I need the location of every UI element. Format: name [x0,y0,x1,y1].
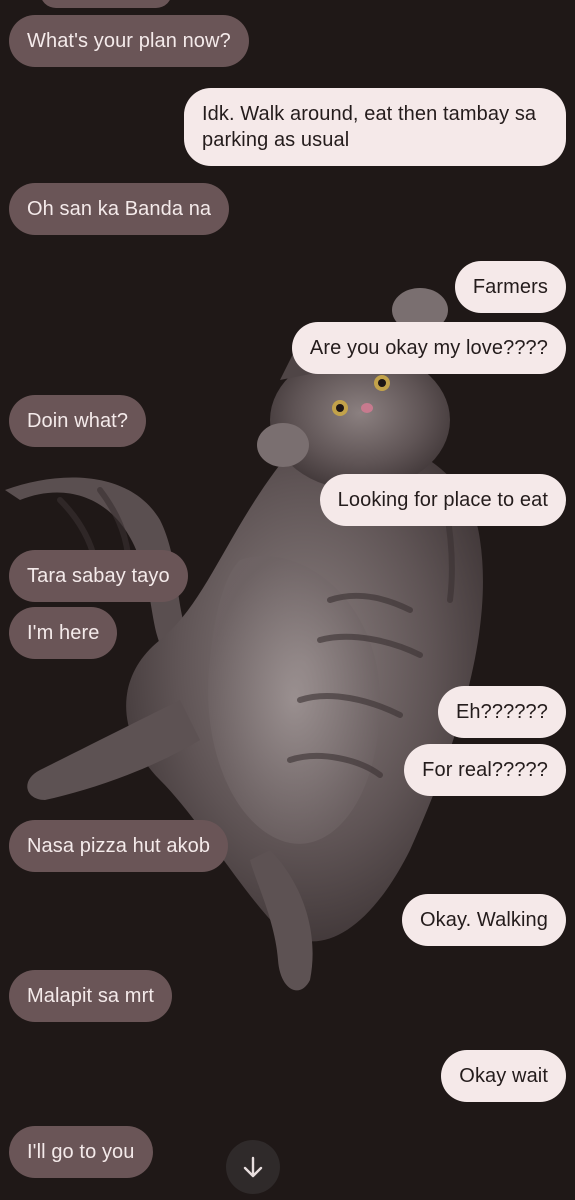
scroll-to-bottom-button[interactable] [226,1140,280,1194]
outgoing-message[interactable]: Okay wait [441,1050,566,1102]
incoming-message[interactable]: Tara sabay tayo [9,550,188,602]
arrow-down-icon [243,1156,263,1178]
incoming-message[interactable]: Nasa pizza hut akob [9,820,229,872]
outgoing-message[interactable]: Eh?????? [437,686,566,738]
incoming-message[interactable]: Doin what? [9,395,147,447]
outgoing-message[interactable]: Okay. Walking [402,894,566,946]
message-list[interactable]: What's your plan now? Idk. Walk around, … [0,0,575,1200]
incoming-message[interactable]: I'm here [9,607,118,659]
incoming-message[interactable]: I'll go to you [9,1126,153,1178]
previous-message-edge [40,0,172,8]
outgoing-message[interactable]: Looking for place to eat [319,474,566,526]
incoming-message[interactable]: Malapit sa mrt [9,970,172,1022]
incoming-message[interactable]: What's your plan now? [9,15,249,67]
outgoing-message[interactable]: For real????? [404,744,566,796]
outgoing-message[interactable]: Are you okay my love???? [291,322,566,374]
outgoing-message[interactable]: Farmers [454,261,566,313]
outgoing-message[interactable]: Idk. Walk around, eat then tambay sa par… [184,88,566,166]
incoming-message[interactable]: Oh san ka Banda na [9,183,230,235]
